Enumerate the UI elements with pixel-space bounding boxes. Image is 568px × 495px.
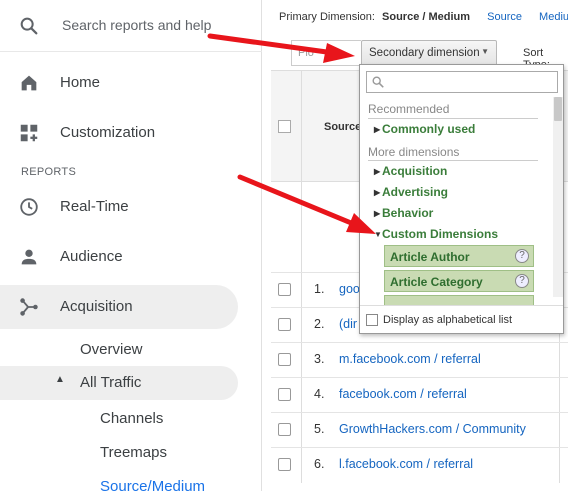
caret-down-icon: ▼: [481, 47, 489, 56]
row-number: 4.: [314, 387, 325, 401]
source-column-header[interactable]: Source: [324, 121, 361, 133]
person-icon: [21, 249, 37, 265]
nav-all-traffic[interactable]: ▲ All Traffic: [0, 366, 238, 400]
table-row: 5. GrowthHackers.com / Community: [271, 412, 568, 448]
more-dimensions-heading: More dimensions: [368, 145, 460, 159]
row-checkbox[interactable]: [278, 388, 291, 401]
nav-customization[interactable]: Customization: [0, 111, 238, 155]
row-source-link[interactable]: GrowthHackers.com / Community: [339, 422, 526, 436]
primary-dimension-source-link[interactable]: Source: [487, 11, 522, 23]
table-row: 4. facebook.com / referral: [271, 377, 568, 413]
expand-arrow-icon: ▶: [374, 209, 381, 218]
expand-arrow-icon: ▶: [374, 188, 381, 197]
nav-treemaps[interactable]: Treemaps: [100, 444, 167, 461]
row-number: 1.: [314, 282, 325, 296]
scrollbar-thumb[interactable]: [554, 97, 562, 121]
dashboard-add-icon: [20, 124, 38, 142]
row-checkbox[interactable]: [278, 353, 291, 366]
row-number: 5.: [314, 422, 325, 436]
acquisition-icon: [20, 298, 38, 316]
row-source-link[interactable]: (dir: [339, 317, 357, 331]
category-advertising[interactable]: ▶ Advertising: [374, 185, 448, 199]
alphabetical-checkbox[interactable]: [366, 314, 378, 326]
search-row[interactable]: Search reports and help: [0, 0, 262, 52]
primary-dimension-medium-link[interactable]: Medium: [539, 11, 568, 23]
nav-acquisition[interactable]: Acquisition: [0, 285, 238, 329]
search-input[interactable]: Search reports and help: [62, 17, 211, 33]
row-checkbox[interactable]: [278, 423, 291, 436]
dimension-search-input[interactable]: [366, 71, 558, 93]
nav-home-label: Home: [60, 74, 101, 91]
alphabetical-label: Display as alphabetical list: [383, 314, 513, 326]
nav-channels[interactable]: Channels: [100, 410, 163, 427]
select-all-checkbox[interactable]: [278, 120, 291, 133]
home-icon: [21, 75, 37, 91]
dropdown-scrollbar[interactable]: [553, 97, 563, 297]
dropdown-footer: Display as alphabetical list: [360, 305, 563, 333]
nav-audience[interactable]: Audience: [0, 235, 238, 279]
plot-rows-label: Plo: [298, 47, 314, 59]
clock-icon: [20, 198, 38, 216]
secondary-dimension-dropdown: Recommended ▶ Commonly used More dimensio…: [359, 64, 564, 334]
secondary-dimension-button[interactable]: Secondary dimension ▼: [361, 40, 497, 66]
primary-dimension-label: Primary Dimension:: [279, 11, 375, 23]
nav-all-traffic-label: All Traffic: [80, 374, 142, 391]
primary-dimension-bar: Primary Dimension: Source / Medium Sourc…: [279, 11, 568, 23]
table-row: 6. l.facebook.com / referral: [271, 447, 568, 483]
plot-rows-button[interactable]: Plo: [291, 40, 361, 66]
row-source-link[interactable]: goo: [339, 282, 360, 296]
search-icon: [20, 17, 38, 35]
nav-source-medium[interactable]: Source/Medium: [100, 478, 205, 495]
dimension-list: Recommended ▶ Commonly used More dimensio…: [360, 97, 550, 329]
category-commonly-used[interactable]: ▶ Commonly used: [374, 122, 475, 136]
sidebar: Search reports and help Home Customizati…: [0, 0, 262, 495]
row-source-link[interactable]: l.facebook.com / referral: [339, 457, 473, 471]
recommended-heading: Recommended: [368, 102, 450, 116]
help-icon[interactable]: ?: [515, 274, 529, 288]
row-source-link[interactable]: m.facebook.com / referral: [339, 352, 481, 366]
search-icon: [372, 76, 384, 88]
row-checkbox[interactable]: [278, 458, 291, 471]
nav-customization-label: Customization: [60, 124, 156, 141]
primary-dimension-active: Source / Medium: [382, 11, 471, 23]
nav-acquisition-label: Acquisition: [60, 298, 133, 315]
row-number: 2.: [314, 317, 325, 331]
row-checkbox[interactable]: [278, 318, 291, 331]
nav-realtime-label: Real-Time: [60, 198, 129, 215]
option-article-category[interactable]: Article Category ?: [384, 270, 534, 292]
secondary-dimension-label: Secondary dimension: [369, 47, 480, 59]
row-number: 3.: [314, 352, 325, 366]
expand-arrow-icon: ▶: [374, 167, 381, 176]
nav-audience-label: Audience: [60, 248, 123, 265]
collapse-arrow-icon: ▼: [374, 230, 382, 239]
option-article-author[interactable]: Article Author ?: [384, 245, 534, 267]
row-source-link[interactable]: facebook.com / referral: [339, 387, 467, 401]
reports-section-label: REPORTS: [21, 166, 77, 178]
category-behavior[interactable]: ▶ Behavior: [374, 206, 433, 220]
expand-triangle-icon: ▲: [55, 374, 65, 385]
row-number: 6.: [314, 457, 325, 471]
help-icon[interactable]: ?: [515, 249, 529, 263]
nav-realtime[interactable]: Real-Time: [0, 185, 238, 229]
nav-home[interactable]: Home: [0, 61, 238, 105]
table-row: 3. m.facebook.com / referral: [271, 342, 568, 378]
category-custom-dimensions[interactable]: ▼Custom Dimensions: [374, 227, 498, 241]
category-acquisition[interactable]: ▶ Acquisition: [374, 164, 447, 178]
nav-overview[interactable]: Overview: [80, 341, 143, 358]
expand-arrow-icon: ▶: [374, 125, 381, 134]
row-checkbox[interactable]: [278, 283, 291, 296]
